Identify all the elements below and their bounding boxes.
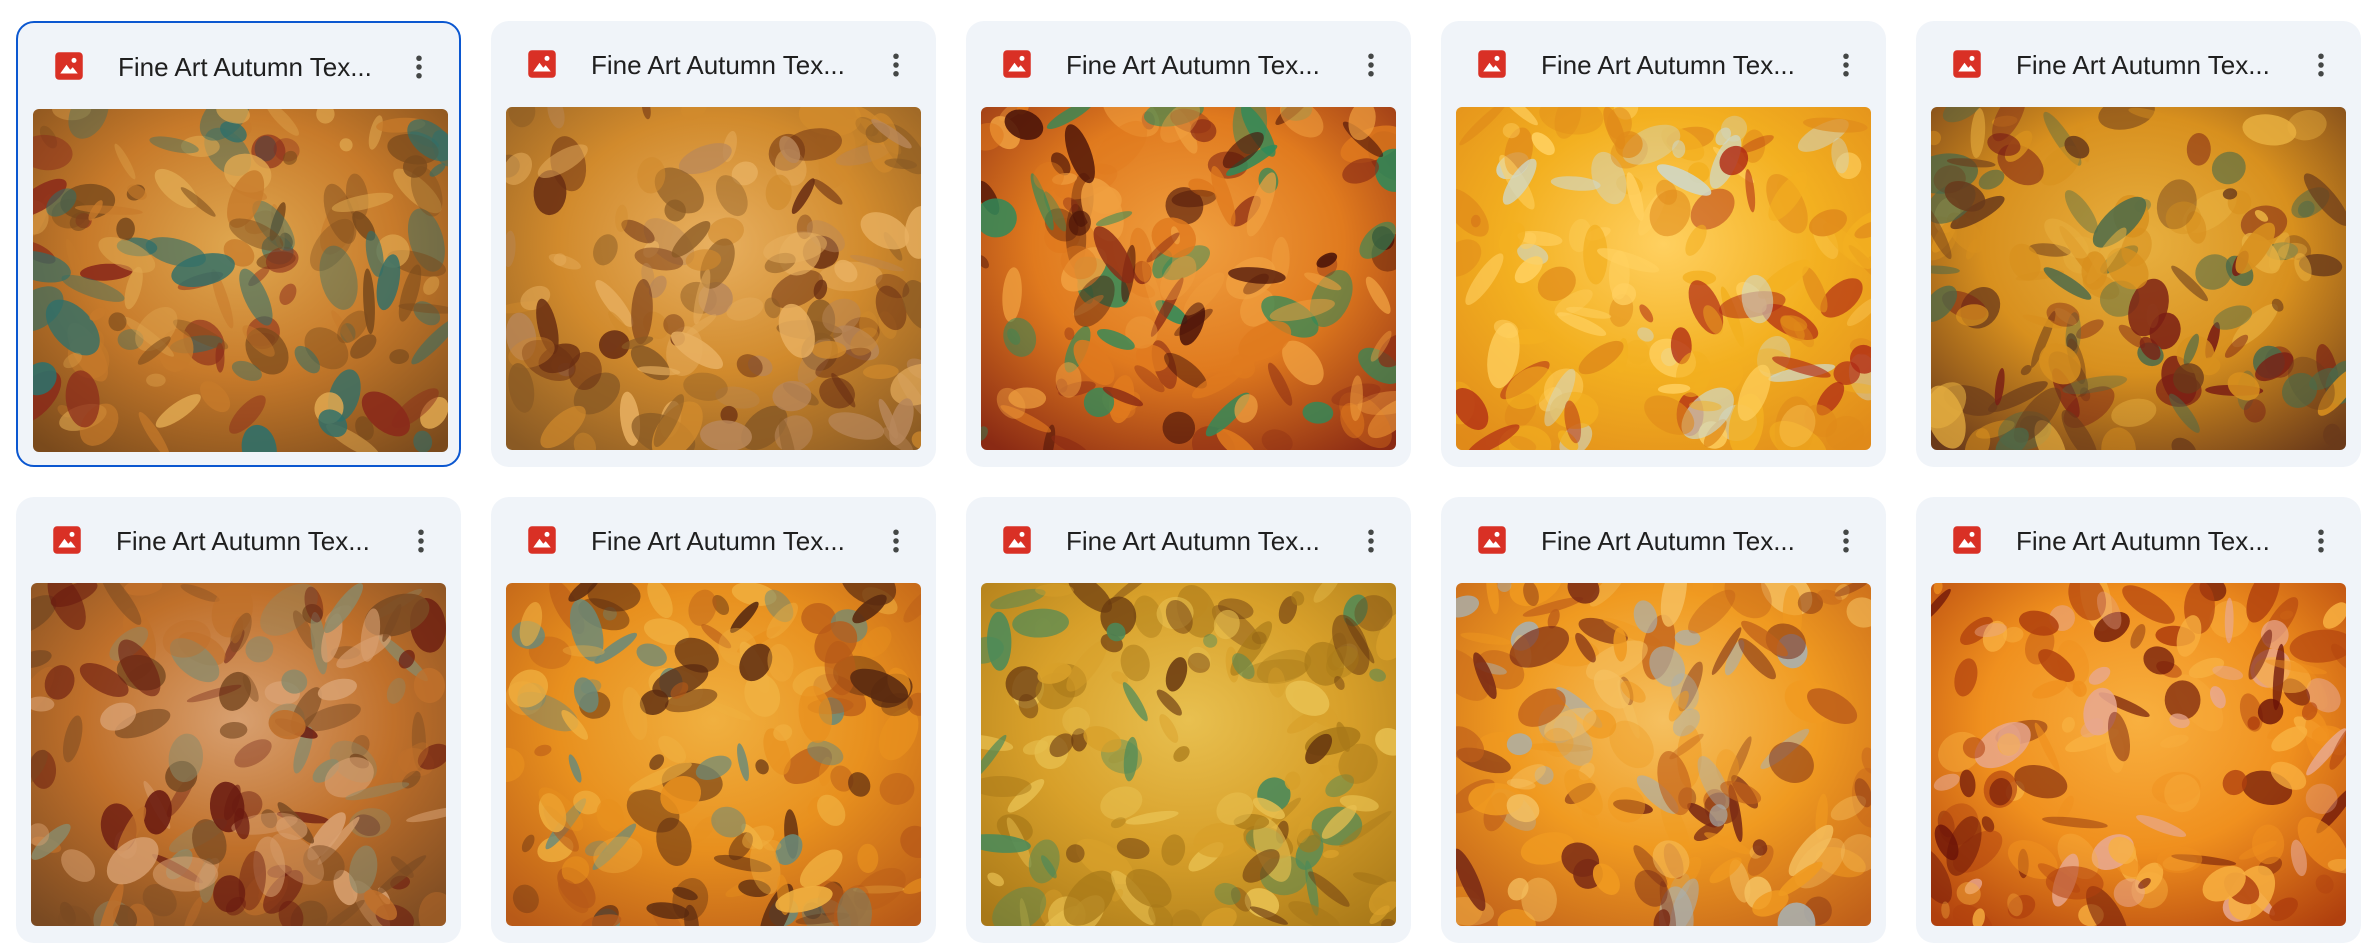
more-vertical-icon — [418, 529, 424, 553]
file-name: Fine Art Autumn Tex... — [591, 526, 845, 556]
file-grid: Fine Art Autumn Tex... Fine Art Autumn Te… — [0, 0, 2370, 943]
more-actions-button[interactable] — [399, 519, 443, 563]
file-card[interactable]: Fine Art Autumn Tex... — [16, 497, 461, 943]
image-file-icon — [1477, 49, 1507, 79]
image-file-icon — [1002, 49, 1032, 79]
file-card-header: Fine Art Autumn Tex... — [966, 497, 1411, 583]
image-file-icon — [1002, 525, 1032, 555]
image-thumbnail[interactable] — [1456, 107, 1871, 450]
more-actions-button[interactable] — [2299, 43, 2343, 87]
file-name: Fine Art Autumn Tex... — [1541, 50, 1795, 80]
file-name: Fine Art Autumn Tex... — [591, 50, 845, 80]
file-card[interactable]: Fine Art Autumn Tex... — [16, 21, 461, 467]
file-name: Fine Art Autumn Tex... — [1066, 526, 1320, 556]
file-card[interactable]: Fine Art Autumn Tex... — [966, 497, 1411, 943]
more-vertical-icon — [1368, 529, 1374, 553]
image-file-icon — [52, 525, 82, 555]
more-vertical-icon — [2318, 53, 2324, 77]
image-thumbnail[interactable] — [33, 109, 448, 452]
image-thumbnail[interactable] — [1456, 583, 1871, 926]
file-card[interactable]: Fine Art Autumn Tex... — [1441, 21, 1886, 467]
more-actions-button[interactable] — [2299, 519, 2343, 563]
file-card[interactable]: Fine Art Autumn Tex... — [1916, 497, 2361, 943]
file-name: Fine Art Autumn Tex... — [1541, 526, 1795, 556]
file-card-header: Fine Art Autumn Tex... — [18, 23, 459, 109]
file-card-header: Fine Art Autumn Tex... — [1916, 21, 2361, 107]
file-card-header: Fine Art Autumn Tex... — [1916, 497, 2361, 583]
image-file-icon — [1477, 525, 1507, 555]
file-name: Fine Art Autumn Tex... — [1066, 50, 1320, 80]
file-card-header: Fine Art Autumn Tex... — [1441, 497, 1886, 583]
more-vertical-icon — [2318, 529, 2324, 553]
more-actions-button[interactable] — [1824, 43, 1868, 87]
image-file-icon — [527, 525, 557, 555]
file-card[interactable]: Fine Art Autumn Tex... — [966, 21, 1411, 467]
image-thumbnail[interactable] — [1931, 583, 2346, 926]
file-card[interactable]: Fine Art Autumn Tex... — [491, 497, 936, 943]
more-actions-button[interactable] — [1824, 519, 1868, 563]
file-card[interactable]: Fine Art Autumn Tex... — [1441, 497, 1886, 943]
more-actions-button[interactable] — [397, 45, 441, 89]
image-thumbnail[interactable] — [981, 107, 1396, 450]
file-card-header: Fine Art Autumn Tex... — [16, 497, 461, 583]
image-thumbnail[interactable] — [1931, 107, 2346, 450]
image-file-icon — [527, 49, 557, 79]
more-vertical-icon — [1843, 53, 1849, 77]
more-actions-button[interactable] — [874, 519, 918, 563]
image-thumbnail[interactable] — [506, 583, 921, 926]
more-vertical-icon — [893, 53, 899, 77]
file-name: Fine Art Autumn Tex... — [116, 526, 370, 556]
image-thumbnail[interactable] — [31, 583, 446, 926]
file-card-header: Fine Art Autumn Tex... — [491, 497, 936, 583]
file-card-header: Fine Art Autumn Tex... — [491, 21, 936, 107]
file-name: Fine Art Autumn Tex... — [2016, 50, 2270, 80]
file-card-header: Fine Art Autumn Tex... — [1441, 21, 1886, 107]
image-file-icon — [1952, 49, 1982, 79]
file-card-header: Fine Art Autumn Tex... — [966, 21, 1411, 107]
more-actions-button[interactable] — [874, 43, 918, 87]
image-thumbnail[interactable] — [506, 107, 921, 450]
file-card[interactable]: Fine Art Autumn Tex... — [1916, 21, 2361, 467]
file-name: Fine Art Autumn Tex... — [2016, 526, 2270, 556]
more-vertical-icon — [893, 529, 899, 553]
more-vertical-icon — [1843, 529, 1849, 553]
file-card[interactable]: Fine Art Autumn Tex... — [491, 21, 936, 467]
file-name: Fine Art Autumn Tex... — [118, 52, 372, 82]
image-file-icon — [54, 51, 84, 81]
more-actions-button[interactable] — [1349, 519, 1393, 563]
image-thumbnail[interactable] — [981, 583, 1396, 926]
more-vertical-icon — [1368, 53, 1374, 77]
more-actions-button[interactable] — [1349, 43, 1393, 87]
image-file-icon — [1952, 525, 1982, 555]
more-vertical-icon — [416, 55, 422, 79]
